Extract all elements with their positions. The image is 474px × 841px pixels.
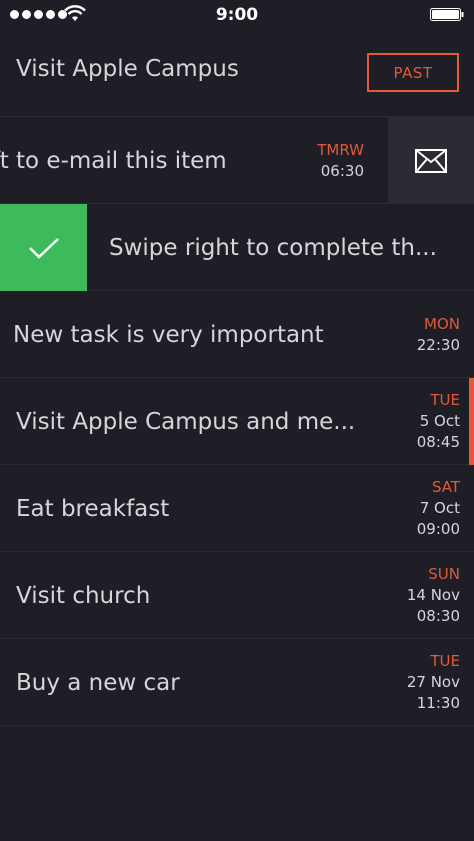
task-date: 27 Nov [406, 673, 460, 691]
task-title: ft to e-mail this item [0, 147, 227, 174]
task-when: MON 22:30 [417, 291, 460, 378]
header-title: Visit Apple Campus [16, 56, 239, 82]
check-icon [28, 237, 59, 259]
task-row-swipe-left[interactable]: ft to e-mail this item TMRW 06:30 [0, 117, 474, 204]
task-day: SAT [431, 478, 460, 496]
status-bar: 9:00 [0, 0, 474, 30]
status-time: 9:00 [215, 5, 259, 25]
task-title: Visit church [16, 582, 151, 609]
task-title: Swipe right to complete th... [109, 234, 437, 261]
task-date: 5 Oct [419, 412, 460, 430]
task-when: TUE 27 Nov 11:30 [407, 639, 460, 726]
past-button[interactable]: PAST [367, 53, 459, 92]
task-day: TUE [430, 652, 460, 670]
task-row[interactable]: Eat breakfast SAT 7 Oct 09:00 [0, 465, 474, 552]
task-row[interactable]: New task is very important MON 22:30 [0, 291, 474, 378]
battery-icon [430, 8, 464, 21]
task-time: 11:30 [416, 694, 460, 712]
task-when: SAT 7 Oct 09:00 [417, 465, 460, 552]
header: Visit Apple Campus PAST [0, 30, 474, 117]
task-time: 08:45 [416, 433, 460, 451]
complete-action-button[interactable] [0, 204, 87, 291]
task-date: 14 Nov [406, 586, 460, 604]
task-when: TUE 5 Oct 08:45 [417, 378, 460, 465]
task-when: SUN 14 Nov 08:30 [407, 552, 460, 639]
mail-icon [415, 148, 447, 173]
task-title: Visit Apple Campus and me... [16, 408, 356, 435]
task-date: 7 Oct [419, 499, 460, 517]
task-row-swipe-right[interactable]: Swipe right to complete th... [0, 204, 474, 291]
task-row[interactable]: Buy a new car TUE 27 Nov 11:30 [0, 639, 474, 726]
task-row[interactable]: Visit Apple Campus and me... TUE 5 Oct 0… [0, 378, 474, 465]
task-day: MON [424, 314, 460, 333]
task-time: 08:30 [416, 607, 460, 625]
task-when: TMRW 06:30 [317, 117, 364, 204]
email-action-button[interactable] [388, 117, 474, 204]
swipe-left-content: ft to e-mail this item TMRW 06:30 [0, 117, 388, 204]
task-time: 06:30 [320, 161, 364, 180]
task-title: Eat breakfast [16, 495, 170, 522]
task-title: New task is very important [13, 321, 324, 348]
active-indicator [469, 378, 474, 465]
task-day: TMRW [317, 140, 364, 159]
task-day: TUE [430, 391, 460, 409]
task-row[interactable]: Visit church SUN 14 Nov 08:30 [0, 552, 474, 639]
task-time: 22:30 [416, 335, 460, 354]
task-time: 09:00 [416, 520, 460, 538]
task-title: Buy a new car [16, 669, 180, 696]
task-day: SUN [428, 565, 460, 583]
